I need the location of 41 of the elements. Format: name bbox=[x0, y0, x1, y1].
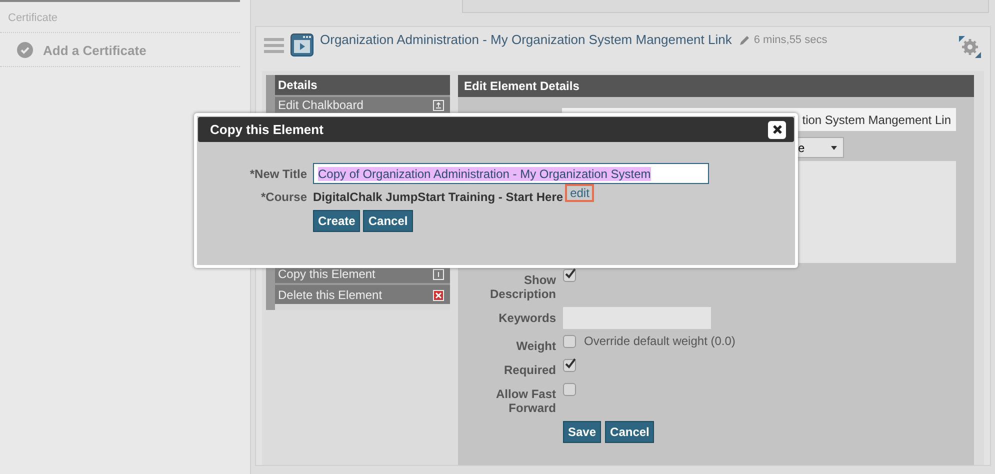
checkbox[interactable] bbox=[563, 269, 576, 282]
input-field[interactable] bbox=[563, 307, 711, 329]
delete-icon bbox=[433, 290, 444, 300]
checkbox-label: Override default weight (0.0) bbox=[584, 334, 736, 348]
field-label: Keywords bbox=[498, 310, 556, 325]
dialog-title: Copy this Element bbox=[210, 122, 324, 137]
close-button[interactable] bbox=[768, 120, 786, 138]
field-label: Allow Fast Forward bbox=[494, 386, 556, 415]
section-heading: Certificate bbox=[0, 2, 240, 33]
edit-icon bbox=[433, 100, 444, 110]
menu-header: Details bbox=[275, 75, 450, 95]
cancel-button[interactable]: Cancel bbox=[605, 421, 654, 443]
settings-icon bbox=[958, 35, 982, 59]
save-button[interactable]: Save bbox=[563, 421, 602, 443]
field-label: *New Title bbox=[248, 166, 307, 180]
cancel-button[interactable]: Cancel bbox=[363, 210, 413, 232]
menu-item[interactable]: Edit Chalkboard bbox=[275, 95, 450, 114]
field-label: Show Description bbox=[488, 272, 556, 301]
panel-header: Edit Element Details bbox=[458, 75, 974, 97]
close-icon bbox=[772, 124, 782, 135]
edit-link[interactable]: edit bbox=[565, 184, 594, 202]
checkbox[interactable] bbox=[563, 335, 576, 348]
checkbox[interactable] bbox=[563, 359, 576, 372]
copy-icon bbox=[433, 268, 444, 280]
element-title: Organization Administration - My Organization System Mangement Link bbox=[320, 32, 732, 46]
course-name: DigitalChalk JumpStart Training - Start Here bbox=[313, 190, 564, 204]
checkbox[interactable] bbox=[563, 383, 576, 396]
check-icon bbox=[564, 358, 576, 369]
input-field[interactable]: Copy of Organization Administration - My Organization System bbox=[313, 163, 709, 184]
field-label: Weight bbox=[515, 338, 556, 353]
menu-item[interactable]: Delete this Element bbox=[275, 283, 450, 304]
field-label: Required bbox=[502, 362, 556, 377]
check-circle-icon bbox=[17, 42, 33, 58]
duration-text: 6 mins,55 secs bbox=[754, 34, 828, 46]
field-label: *Course bbox=[260, 190, 307, 204]
video-icon bbox=[290, 33, 314, 57]
drag-handle-icon bbox=[264, 38, 284, 52]
caret-icon bbox=[831, 146, 837, 150]
check-icon bbox=[564, 268, 576, 279]
create-button[interactable]: Create bbox=[313, 210, 360, 232]
pencil-icon bbox=[738, 34, 750, 46]
